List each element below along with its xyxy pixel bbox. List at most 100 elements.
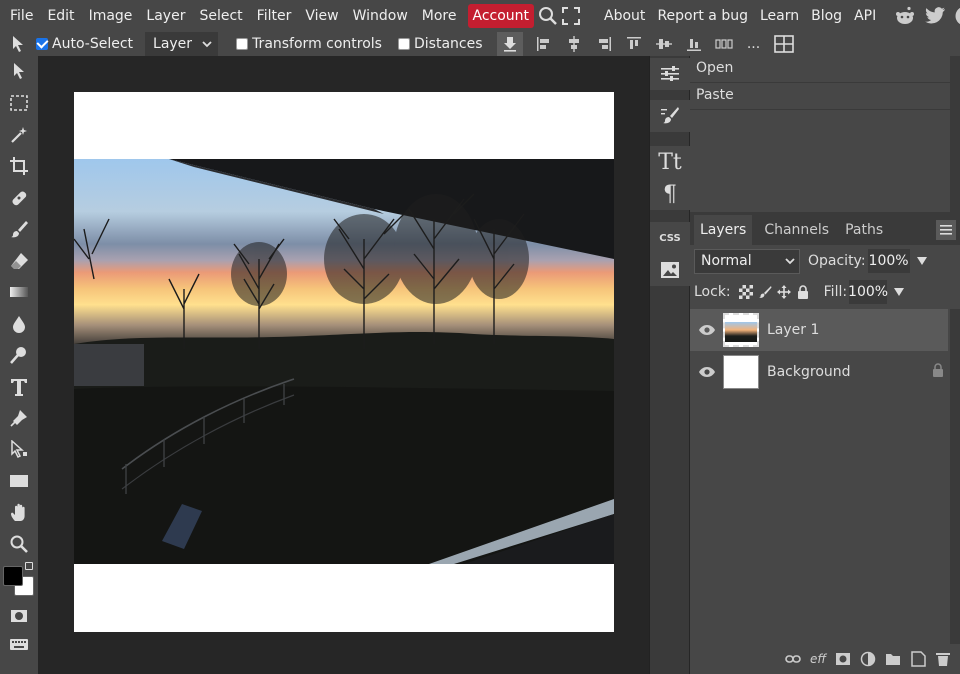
css-button[interactable]: CSS	[650, 222, 690, 254]
facebook-icon[interactable]	[950, 4, 960, 28]
align-right-icon[interactable]	[591, 32, 617, 56]
visibility-eye-icon[interactable]	[692, 366, 722, 378]
align-left-icon[interactable]	[531, 32, 557, 56]
chevron-down-icon	[202, 41, 212, 48]
menu-select[interactable]: Select	[192, 4, 249, 28]
menu-layer[interactable]: Layer	[139, 4, 192, 28]
fullscreen-icon[interactable]	[562, 4, 581, 28]
path-select-icon[interactable]	[0, 434, 38, 466]
crop-tool-icon[interactable]	[0, 151, 38, 183]
report-bug-link[interactable]: Report a bug	[651, 4, 754, 28]
marquee-tool-icon[interactable]	[0, 88, 38, 120]
menu-filter[interactable]: Filter	[250, 4, 299, 28]
align-middle-icon[interactable]	[651, 32, 677, 56]
layer-row-layer-1[interactable]: Layer 1	[690, 309, 948, 351]
tab-layers[interactable]: Layers	[694, 215, 753, 245]
menu-edit[interactable]: Edit	[40, 4, 81, 28]
paragraph-icon[interactable]: ¶	[650, 178, 690, 210]
background-thumbnail	[723, 355, 759, 389]
move-tool-indicator-icon	[6, 32, 32, 56]
menu-more[interactable]: More	[415, 4, 464, 28]
distribute-h-icon[interactable]	[711, 32, 737, 56]
search-icon[interactable]	[538, 4, 558, 28]
type-tool-icon[interactable]	[0, 371, 38, 403]
lock-transparency-icon[interactable]	[737, 283, 755, 301]
shape-tool-icon[interactable]	[0, 466, 38, 498]
eraser-tool-icon[interactable]	[0, 245, 38, 277]
visibility-eye-icon[interactable]	[692, 324, 722, 336]
move-tool-icon[interactable]	[0, 56, 38, 88]
account-button[interactable]: Account	[467, 4, 535, 28]
menu-view[interactable]: View	[298, 4, 345, 28]
link-layers-icon[interactable]	[782, 648, 804, 670]
distances-check[interactable]	[397, 38, 410, 50]
tab-paths[interactable]: Paths	[839, 215, 889, 245]
pen-tool-icon[interactable]	[0, 403, 38, 435]
swap-colors-icon[interactable]	[25, 562, 33, 570]
layer-1-photo[interactable]	[74, 159, 614, 564]
transform-controls-checkbox[interactable]: Transform controls	[236, 36, 382, 52]
new-layer-icon[interactable]	[907, 648, 929, 670]
align-center-icon[interactable]	[561, 32, 587, 56]
layer-effects-button[interactable]: eff	[807, 648, 829, 670]
align-top-icon[interactable]	[621, 32, 647, 56]
fill-input[interactable]: 100%	[848, 280, 888, 304]
magic-wand-icon[interactable]	[0, 119, 38, 151]
zoom-tool-icon[interactable]	[0, 529, 38, 561]
panel-menu-icon[interactable]	[936, 220, 956, 240]
layer-row-background[interactable]: Background	[690, 351, 948, 393]
fill-dropdown-icon[interactable]	[893, 287, 905, 297]
opacity-input[interactable]: 100%	[867, 249, 910, 273]
more-options-button[interactable]: ...	[741, 32, 767, 56]
align-bottom-icon[interactable]	[681, 32, 707, 56]
tab-channels[interactable]: Channels	[758, 215, 835, 245]
distances-checkbox[interactable]: Distances	[397, 36, 483, 52]
image-icon[interactable]	[650, 254, 690, 286]
grid-icon[interactable]	[771, 32, 797, 56]
download-icon[interactable]	[496, 32, 523, 56]
sunset-photo-illustration	[74, 159, 614, 564]
blend-mode-select[interactable]: Normal	[694, 248, 800, 274]
about-link[interactable]: About	[598, 4, 651, 28]
menu-window[interactable]: Window	[346, 4, 415, 28]
layers-scrollbar[interactable]	[950, 309, 960, 644]
auto-select-check[interactable]	[36, 38, 48, 50]
dodge-tool-icon[interactable]	[0, 340, 38, 372]
menu-image[interactable]: Image	[82, 4, 140, 28]
canvas-workspace[interactable]	[38, 56, 649, 674]
hand-tool-icon[interactable]	[0, 497, 38, 529]
history-item-open[interactable]: Open	[690, 56, 950, 83]
twitter-icon[interactable]	[920, 4, 950, 28]
quick-mask-icon[interactable]	[0, 600, 38, 632]
blend-mode-value: Normal	[701, 253, 752, 269]
reddit-icon[interactable]	[890, 4, 920, 28]
delete-layer-icon[interactable]	[932, 648, 954, 670]
adjustments-icon[interactable]	[650, 58, 690, 90]
transform-controls-check[interactable]	[236, 38, 249, 50]
brush-tool-icon[interactable]	[0, 214, 38, 246]
api-link[interactable]: API	[848, 4, 882, 28]
chevron-down-icon	[785, 258, 795, 265]
healing-brush-icon[interactable]	[0, 182, 38, 214]
auto-select-checkbox[interactable]: Auto-Select	[36, 36, 133, 52]
layer-mask-icon[interactable]	[832, 648, 854, 670]
keyboard-icon[interactable]	[0, 632, 38, 656]
adjustment-layer-icon[interactable]	[857, 648, 879, 670]
blur-tool-icon[interactable]	[0, 308, 38, 340]
new-group-icon[interactable]	[882, 648, 904, 670]
brush-settings-icon[interactable]	[650, 100, 690, 132]
lock-all-icon[interactable]	[794, 283, 812, 301]
lock-pixels-icon[interactable]	[756, 283, 774, 301]
history-item-paste[interactable]: Paste	[690, 83, 950, 110]
learn-link[interactable]: Learn	[754, 4, 805, 28]
document-canvas[interactable]	[74, 92, 614, 632]
menu-file[interactable]: File	[3, 4, 40, 28]
lock-position-icon[interactable]	[775, 283, 793, 301]
foreground-color-swatch[interactable]	[3, 566, 23, 586]
blog-link[interactable]: Blog	[805, 4, 848, 28]
auto-select-target-select[interactable]: Layer	[145, 32, 219, 56]
gradient-tool-icon[interactable]	[0, 277, 38, 309]
color-swatches[interactable]	[0, 560, 38, 600]
opacity-dropdown-icon[interactable]	[916, 256, 928, 266]
character-icon[interactable]: Tt	[650, 146, 690, 178]
